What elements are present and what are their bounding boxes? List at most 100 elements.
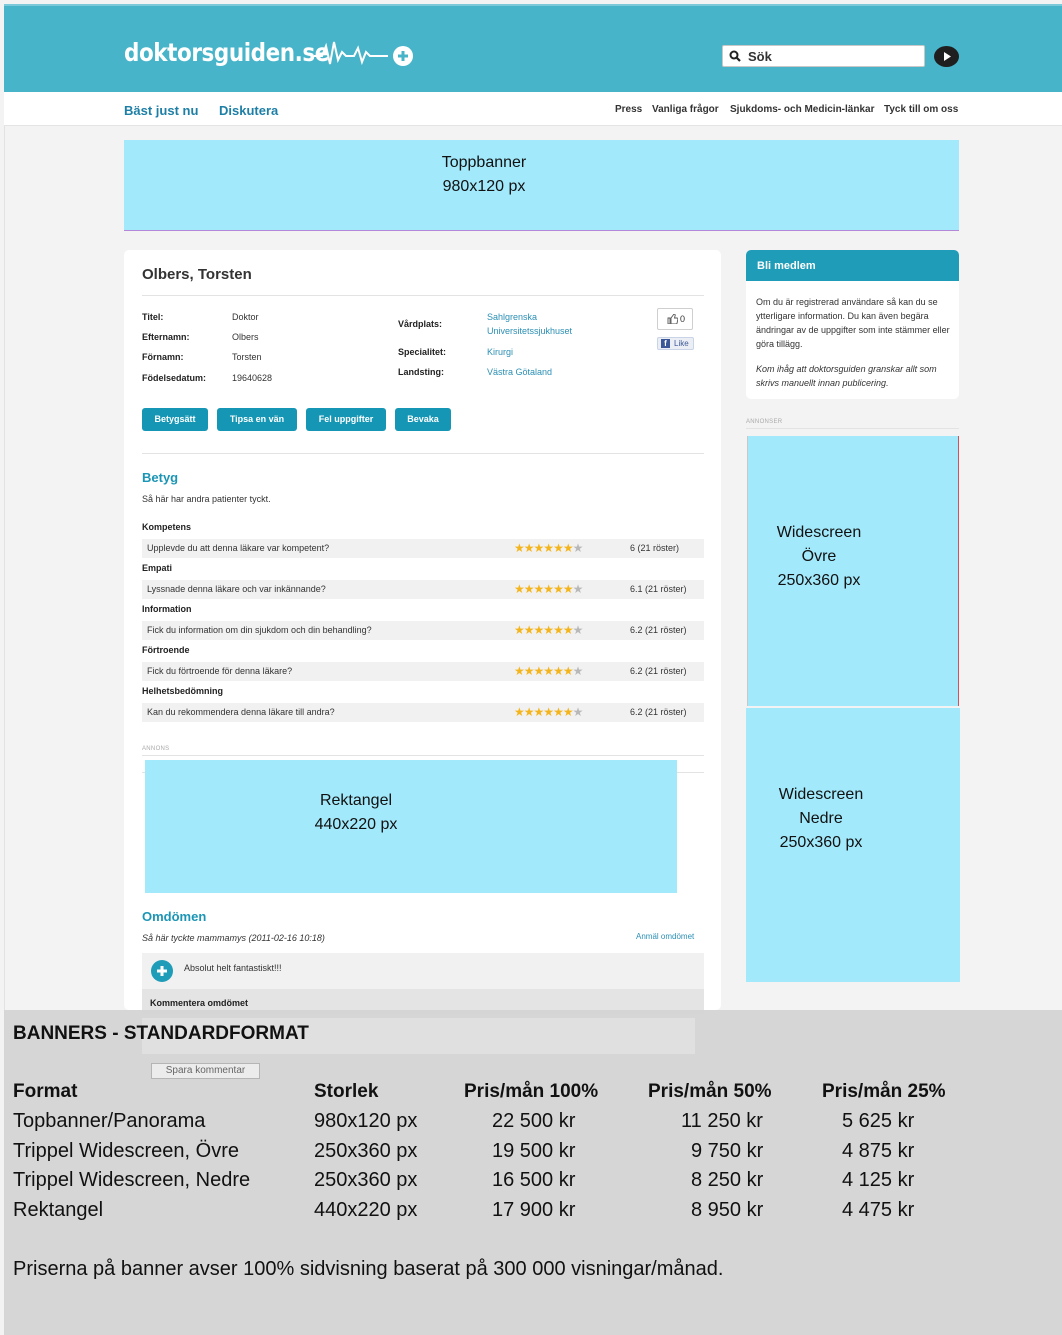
like-counter-button[interactable]: 0: [657, 308, 693, 330]
pricing-header: Storlek: [314, 1081, 379, 1102]
rating-row: Fick du förtroende för denna läkare? ★★★★…: [142, 662, 704, 681]
star-icon: ★: [543, 541, 554, 555]
rating-category: Helhetsbedömning: [142, 686, 224, 696]
rating-row: Lyssnade denna läkare och var inkännande…: [142, 580, 704, 599]
site-logo[interactable]: doktorsguiden.se: [124, 38, 329, 67]
banner-label: Widescreen: [778, 786, 864, 803]
value-efternamn: Olbers: [232, 332, 259, 342]
divider: [142, 295, 704, 296]
star-icon: ★: [562, 582, 574, 596]
star-icon: ★: [562, 664, 574, 678]
rating-category: Information: [142, 604, 192, 614]
pricing-header: Pris/mån 25%: [822, 1081, 946, 1102]
star-icon: ★: [514, 582, 525, 596]
member-card-title: Bli medlem: [746, 250, 959, 281]
link-specialitet[interactable]: Kirurgi: [487, 347, 513, 357]
member-card-note: Kom ihåg att doktorsguiden granskar allt…: [756, 364, 937, 388]
banner-label: Rektangel: [319, 792, 393, 809]
review-meta: Så här tyckte mammamys (2011-02-16 10:18…: [142, 933, 325, 943]
pricing-cell: 250x360 px: [314, 1169, 418, 1191]
star-icon: ★: [533, 623, 545, 637]
search-submit-button[interactable]: [934, 46, 959, 67]
link-vardplats-2[interactable]: Universitetssjukhuset: [487, 326, 572, 336]
facebook-like-button[interactable]: f Like: [657, 337, 694, 350]
like-label: Like: [674, 339, 689, 348]
star-icon: ★: [553, 705, 564, 719]
rating-score: 6 (21 röster): [630, 543, 680, 553]
expand-plus-icon[interactable]: [151, 960, 173, 982]
pricing-cell: 22 500 kr: [492, 1110, 576, 1132]
star-icon: ★: [543, 664, 554, 678]
pricing-cell: 980x120 px: [314, 1110, 418, 1132]
star-rating[interactable]: ★★★★★★★: [514, 705, 584, 719]
star-icon: ★: [523, 705, 535, 719]
rating-question: Kan du rekommendera denna läkare till an…: [147, 707, 335, 717]
rating-question: Fick du information om din sjukdom och d…: [147, 625, 372, 635]
star-icon: ★: [553, 623, 564, 637]
widescreen-bottom-placeholder: Widescreen Nedre 250x360 px: [746, 708, 960, 982]
link-vardplats-1[interactable]: Sahlgrenska: [487, 312, 537, 322]
star-icon: ★: [572, 541, 584, 555]
pricing-header: Pris/mån 100%: [464, 1081, 599, 1102]
star-rating[interactable]: ★★★★★★★: [514, 664, 583, 678]
rectangle-banner-placeholder: Rektangel 440x220 px: [145, 760, 677, 893]
search-input[interactable]: Sök: [722, 45, 925, 67]
nav-bast-just-nu[interactable]: Bäst just nu: [124, 103, 198, 118]
rating-question: Lyssnade denna läkare och var inkännande…: [147, 584, 326, 594]
rating-category: Empati: [142, 563, 173, 573]
divider: [142, 453, 704, 454]
rating-question: Fick du förtroende för denna läkare?: [147, 666, 293, 676]
review-text: Absolut helt fantastiskt!!!: [184, 963, 282, 973]
star-icon: ★: [543, 705, 554, 719]
star-icon: ★: [553, 664, 564, 678]
nav-lankar[interactable]: Sjukdoms- och Medicin-länkar: [730, 104, 874, 115]
search-icon: [729, 50, 741, 62]
link-landsting[interactable]: Västra Götaland: [487, 367, 552, 377]
rating-row: Upplevde du att denna läkare var kompete…: [142, 539, 704, 558]
save-comment-button[interactable]: Spara kommentar: [151, 1063, 260, 1079]
nav-press[interactable]: Press: [615, 104, 642, 115]
play-arrow-icon: [944, 52, 951, 61]
rating-score: 6.2 (21 röster): [630, 666, 687, 676]
star-icon: ★: [533, 664, 545, 678]
star-icon: ★: [533, 582, 545, 596]
star-icon: ★: [514, 664, 525, 678]
pricing-cell: 250x360 px: [314, 1139, 418, 1162]
nav-vanliga-fragor[interactable]: Vanliga frågor: [652, 104, 719, 115]
star-rating[interactable]: ★★★★★★★: [514, 582, 583, 596]
pricing-header: Pris/mån 50%: [648, 1081, 772, 1102]
bevaka-button[interactable]: Bevaka: [395, 408, 451, 431]
pricing-cell: 19 500 kr: [492, 1139, 576, 1162]
star-icon: ★: [523, 623, 535, 637]
value-fornamn: Torsten: [232, 352, 262, 362]
pricing-cell: Topbanner/Panorama: [13, 1110, 206, 1132]
star-icon: ★: [553, 582, 564, 596]
label-specialitet: Specialitet:: [398, 347, 447, 357]
value-titel: Doktor: [232, 312, 259, 322]
pricing-cell: 4 125 kr: [842, 1169, 915, 1191]
star-icon: ★: [533, 541, 545, 555]
label-efternamn: Efternamn:: [142, 332, 190, 342]
widescreen-top-placeholder: Widescreen Övre 250x360 px: [747, 436, 959, 706]
label-landsting: Landsting:: [398, 367, 444, 377]
search-placeholder: Sök: [748, 49, 772, 64]
betygsatt-button[interactable]: Betygsätt: [142, 408, 208, 431]
tipsa-button[interactable]: Tipsa en vän: [217, 408, 297, 431]
pricing-cell: Trippel Widescreen, Nedre: [13, 1169, 251, 1191]
rating-row: Fick du information om din sjukdom och d…: [142, 621, 704, 640]
reviews-title: Omdömen: [142, 909, 207, 924]
star-icon: ★: [523, 664, 535, 678]
report-review-link[interactable]: Anmäl omdömet: [636, 932, 694, 941]
fel-uppgifter-button[interactable]: Fel uppgifter: [306, 408, 386, 431]
nav-tyck-till[interactable]: Tyck till om oss: [884, 104, 958, 115]
star-icon: ★: [562, 541, 574, 555]
rating-question: Upplevde du att denna läkare var kompete…: [147, 543, 330, 553]
banner-size: 250x360 px: [777, 572, 861, 589]
star-icon: ★: [543, 582, 554, 596]
doctor-name: Olbers, Torsten: [142, 266, 252, 283]
star-rating[interactable]: ★★★★★★★: [514, 541, 584, 555]
nav-diskutera[interactable]: Diskutera: [219, 103, 278, 118]
rating-score: 6.2 (21 röster): [630, 625, 687, 635]
star-icon: ★: [572, 705, 584, 719]
star-rating[interactable]: ★★★★★★★: [514, 623, 583, 637]
